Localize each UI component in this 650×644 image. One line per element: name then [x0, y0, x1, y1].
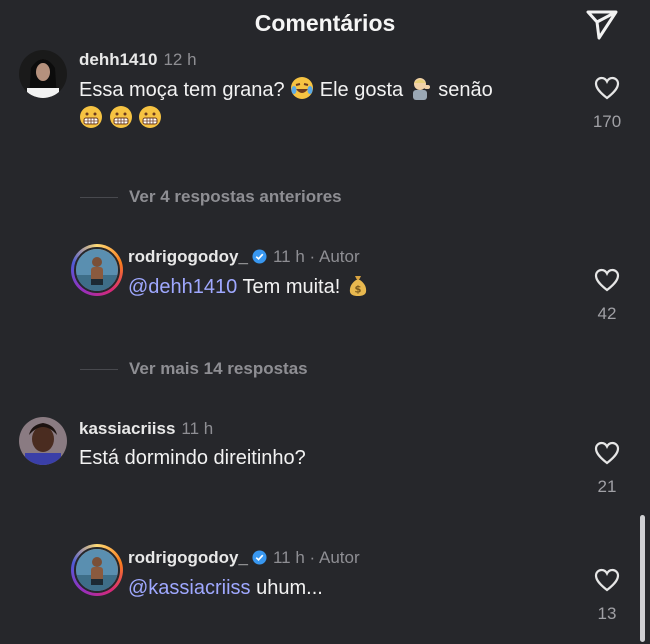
grimacing-emoji	[139, 106, 162, 128]
like-button[interactable]: 42	[587, 268, 627, 324]
avatar[interactable]	[19, 50, 67, 98]
username[interactable]: rodrigogodoy_	[128, 247, 248, 266]
comment-item: dehh1410 12 h Essa moça tem grana? Ele go…	[0, 50, 650, 145]
verified-badge-icon	[252, 249, 267, 264]
like-button[interactable]: 170	[587, 76, 627, 132]
like-count: 13	[597, 604, 617, 623]
comment-text: @dehh1410 Tem muita! $	[128, 273, 370, 302]
comment-meta: rodrigogodoy_ 11 h · Autor	[128, 548, 360, 567]
mention-link[interactable]: @kassiacriiss	[128, 577, 251, 599]
heart-icon	[594, 76, 620, 100]
divider	[80, 197, 118, 198]
avatar[interactable]	[19, 417, 67, 465]
like-button[interactable]: 21	[587, 441, 627, 497]
view-more-replies-button[interactable]: Ver mais 14 respostas	[80, 359, 380, 379]
timestamp: 12 h	[163, 50, 197, 69]
avatar[interactable]	[71, 244, 123, 296]
reply-item: rodrigogodoy_ 11 h · Autor @kassiacriiss …	[0, 544, 650, 639]
verified-badge-icon	[252, 550, 267, 565]
comment-text: Está dormindo direitinho?	[79, 447, 306, 469]
grimacing-emoji	[80, 106, 102, 128]
divider	[80, 369, 118, 370]
comment-meta: dehh1410 12 h	[79, 50, 197, 70]
comment-text: @kassiacriiss uhum...	[128, 577, 323, 599]
author-label: Autor	[318, 548, 360, 567]
author-label: Autor	[318, 247, 360, 266]
reply-item: rodrigogodoy_ 11 h · Autor @dehh1410 Tem …	[0, 244, 650, 334]
heart-icon	[594, 441, 620, 465]
comment-text: Essa moça tem grana? Ele gosta senão	[79, 76, 549, 134]
timestamp: 11 h	[272, 247, 305, 266]
username[interactable]: kassiacriiss	[79, 419, 175, 438]
paper-plane-icon[interactable]	[585, 8, 619, 40]
view-previous-replies-button[interactable]: Ver 4 respostas anteriores	[80, 187, 380, 207]
tears-of-joy-emoji	[291, 77, 314, 99]
timestamp: 11 h	[272, 548, 305, 567]
scrollbar[interactable]	[640, 515, 645, 642]
like-count: 170	[592, 112, 622, 131]
username[interactable]: rodrigogodoy_	[128, 548, 248, 567]
comment-meta: rodrigogodoy_ 11 h · Autor	[128, 247, 360, 266]
svg-text:$: $	[354, 285, 361, 296]
comment-meta: kassiacriiss 11 h	[79, 419, 213, 439]
money-bag-emoji: $	[349, 276, 366, 296]
avatar[interactable]	[71, 544, 123, 596]
page-title: Comentários	[254, 10, 396, 36]
heart-icon	[594, 568, 620, 592]
grimacing-emoji	[109, 106, 132, 128]
username[interactable]: dehh1410	[79, 50, 157, 69]
timestamp: 11 h	[181, 419, 214, 438]
heart-icon	[594, 268, 620, 292]
like-count: 42	[597, 304, 617, 323]
like-button[interactable]: 13	[587, 568, 627, 624]
mention-link[interactable]: @dehh1410	[128, 276, 237, 298]
header: Comentários	[0, 0, 650, 50]
like-count: 21	[597, 477, 617, 496]
comment-item: kassiacriiss 11 h Está dormindo direitinh…	[0, 417, 650, 507]
man-tipping-hand-emoji	[412, 78, 430, 100]
